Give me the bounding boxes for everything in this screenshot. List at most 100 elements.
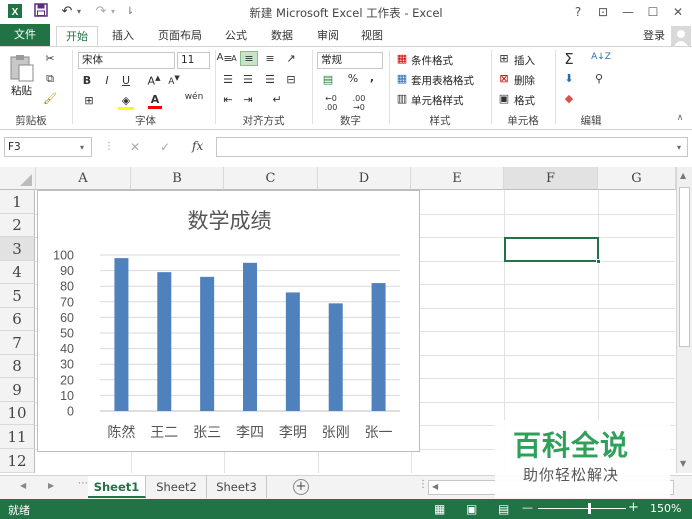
add-sheet-button[interactable]: + xyxy=(293,479,309,495)
fill-color-icon[interactable]: ◈ xyxy=(118,94,134,110)
italic-button[interactable]: I xyxy=(100,74,114,87)
format-as-table-button[interactable]: 套用表格格式 xyxy=(411,73,474,88)
paste-label[interactable]: 粘贴 xyxy=(11,83,32,98)
insert-cells-icon[interactable]: ⊞ xyxy=(497,52,511,65)
row-header-12[interactable]: 12 xyxy=(0,449,35,473)
tab-home[interactable]: 开始 xyxy=(56,26,98,47)
phonetic-icon[interactable]: wén xyxy=(184,92,204,102)
middle-align-icon[interactable]: ≡ xyxy=(240,51,258,66)
column-header-g[interactable]: G xyxy=(598,167,676,190)
row-header-3[interactable]: 3 xyxy=(0,237,35,261)
number-format-select[interactable]: 常规 xyxy=(317,52,383,69)
row-header-10[interactable]: 10 xyxy=(0,402,35,425)
bar[interactable] xyxy=(157,272,172,411)
clear-icon[interactable]: ◆ xyxy=(561,92,577,105)
tab-review[interactable]: 审阅 xyxy=(308,26,348,46)
font-size-select[interactable]: 11 xyxy=(177,52,210,69)
tab-data[interactable]: 数据 xyxy=(262,26,302,46)
row-header-8[interactable]: 8 xyxy=(0,355,35,378)
right-align-icon[interactable]: ☰ xyxy=(262,73,278,86)
delete-cells-button[interactable]: 删除 xyxy=(514,73,535,88)
column-header-e[interactable]: E xyxy=(411,167,504,190)
cell-styles-button[interactable]: 单元格样式 xyxy=(411,93,464,108)
decrease-decimal-button[interactable]: .00 →0 xyxy=(346,94,372,112)
underline-button[interactable]: U xyxy=(119,74,133,87)
column-header-b[interactable]: B xyxy=(131,167,224,190)
orientation-icon[interactable]: ↗ xyxy=(282,52,300,65)
row-header-2[interactable]: 2 xyxy=(0,214,35,237)
page-break-view-icon[interactable]: ▤ xyxy=(498,502,509,516)
row-header-1[interactable]: 1 xyxy=(0,190,35,214)
row-header-7[interactable]: 7 xyxy=(0,331,35,355)
bottom-align-icon[interactable]: ≡ xyxy=(262,52,278,65)
expand-formula-icon[interactable]: ▾ xyxy=(677,143,681,152)
chart-area[interactable]: 数学成绩 0 10 20 30 40 50 60 70 80 90 100 陈然 王二 张三 李四 李明 张刚张… xyxy=(37,190,420,452)
bar[interactable] xyxy=(328,303,343,411)
shrink-font-button[interactable]: A▼ xyxy=(167,74,181,87)
border-icon[interactable]: ⊞ xyxy=(80,94,98,107)
font-name-select[interactable]: 宋体 xyxy=(78,52,175,69)
zoom-in-button[interactable]: + xyxy=(628,500,639,515)
column-header-d[interactable]: D xyxy=(318,167,411,190)
percent-button[interactable]: % xyxy=(346,72,360,85)
tab-file[interactable]: 文件 xyxy=(0,24,50,46)
prev-sheet-icon[interactable]: ◀ xyxy=(20,481,26,490)
name-box[interactable]: F3 xyxy=(4,137,92,157)
collapse-ribbon-icon[interactable]: ∧ xyxy=(674,113,686,123)
top-align-icon[interactable]: ≡ xyxy=(220,52,236,65)
next-sheet-icon[interactable]: ▶ xyxy=(48,481,54,490)
center-align-icon[interactable]: ☰ xyxy=(240,73,256,86)
bar[interactable] xyxy=(200,276,215,411)
select-all-button[interactable] xyxy=(0,167,36,190)
delete-cells-icon[interactable]: ⊠ xyxy=(497,72,511,85)
row-header-6[interactable]: 6 xyxy=(0,308,35,331)
help-button[interactable]: ? xyxy=(567,3,589,21)
normal-view-icon[interactable]: ▦ xyxy=(434,502,445,516)
scroll-left-icon[interactable]: ◀ xyxy=(432,482,438,491)
name-box-dropdown-icon[interactable]: ▾ xyxy=(80,143,84,152)
insert-function-icon[interactable]: fx xyxy=(192,139,203,153)
column-header-a[interactable]: A xyxy=(36,167,131,190)
vertical-scrollbar[interactable]: ▲ ▼ xyxy=(676,167,692,473)
format-as-table-icon[interactable]: ▦ xyxy=(395,72,409,85)
find-select-icon[interactable]: ⚲ xyxy=(590,72,608,85)
bar[interactable] xyxy=(285,292,300,411)
tab-formulas[interactable]: 公式 xyxy=(216,26,256,46)
tab-view[interactable]: 视图 xyxy=(352,26,392,46)
font-color-icon[interactable]: A xyxy=(148,93,162,109)
decrease-indent-icon[interactable]: ⇤ xyxy=(220,93,236,106)
sheet-tab-1[interactable]: Sheet1 xyxy=(88,476,146,498)
ribbon-display-button[interactable]: ⊡ xyxy=(592,3,614,21)
row-header-4[interactable]: 4 xyxy=(0,261,35,284)
cell-styles-icon[interactable]: ▥ xyxy=(395,92,409,105)
vertical-scroll-thumb[interactable] xyxy=(679,187,690,347)
login-link[interactable]: 登录 xyxy=(638,26,670,46)
grow-font-button[interactable]: A▲ xyxy=(147,74,161,88)
copy-icon[interactable]: ⧉ xyxy=(42,72,58,86)
avatar[interactable] xyxy=(671,26,691,46)
fill-handle[interactable] xyxy=(596,259,601,264)
bold-button[interactable]: B xyxy=(80,74,94,87)
left-align-icon[interactable]: ☰ xyxy=(220,73,236,86)
increase-indent-icon[interactable]: ⇥ xyxy=(240,93,256,106)
close-button[interactable]: ✕ xyxy=(667,3,689,21)
bar[interactable] xyxy=(114,258,129,411)
format-painter-icon[interactable]: 🖌 xyxy=(42,92,58,105)
column-header-f[interactable]: F xyxy=(504,167,598,190)
column-header-c[interactable]: C xyxy=(224,167,318,190)
enter-icon[interactable]: ✓ xyxy=(160,140,170,154)
minimize-button[interactable]: — xyxy=(617,3,639,21)
sort-filter-button[interactable]: A↓Z xyxy=(590,52,612,62)
row-header-11[interactable]: 11 xyxy=(0,425,35,449)
increase-decimal-button[interactable]: ←0 .00 xyxy=(318,94,344,112)
format-cells-icon[interactable]: ▣ xyxy=(497,92,511,105)
accounting-format-icon[interactable]: ▤ xyxy=(318,73,338,86)
chart-plot[interactable]: 0 10 2030 4050 60 7080 90100 陈然 王二 张三 李四 李明 张刚 张一 xyxy=(38,191,421,453)
cut-icon[interactable]: ✂ xyxy=(42,52,58,65)
row-header-9[interactable]: 9 xyxy=(0,378,35,402)
zoom-level[interactable]: 150% xyxy=(650,502,681,515)
row-header-5[interactable]: 5 xyxy=(0,284,35,308)
conditional-format-button[interactable]: 条件格式 xyxy=(411,53,453,68)
tab-page-layout[interactable]: 页面布局 xyxy=(150,26,210,46)
page-layout-view-icon[interactable]: ▣ xyxy=(466,502,477,516)
